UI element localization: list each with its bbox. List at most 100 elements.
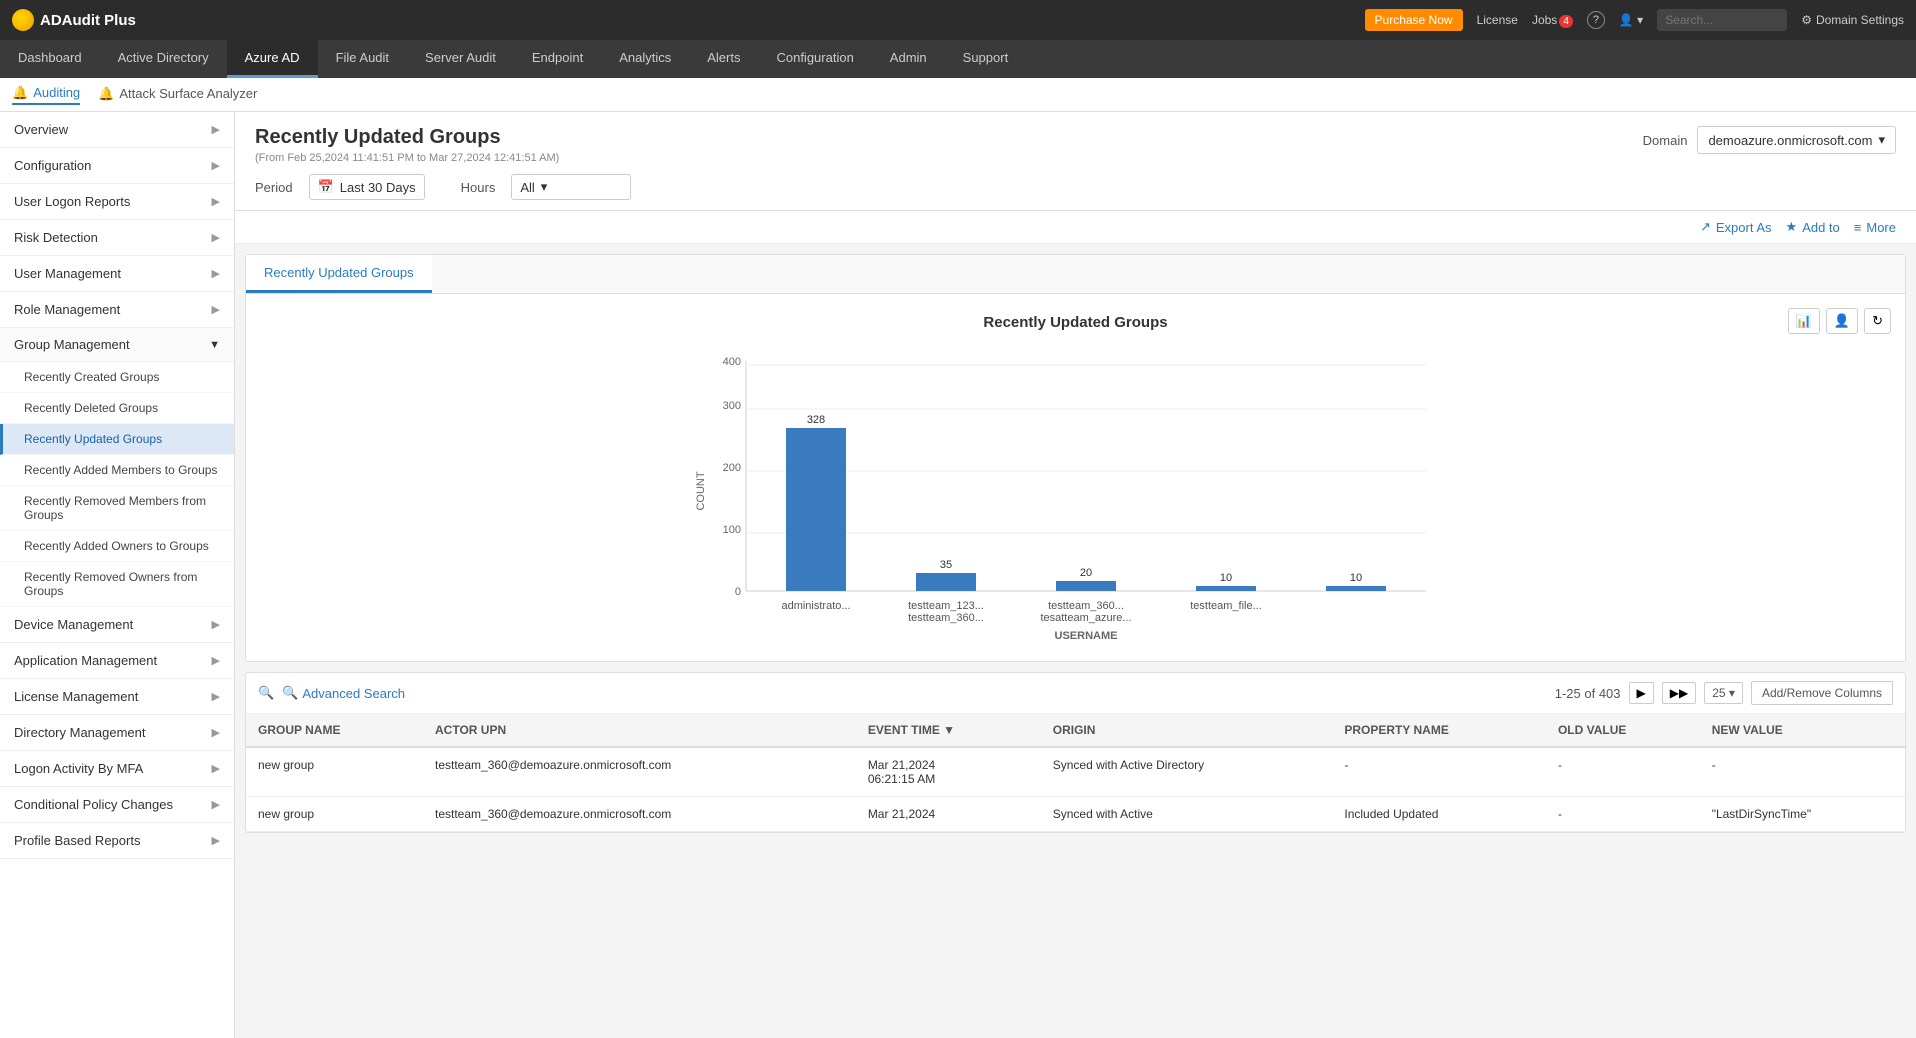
more-button[interactable]: ≡ More [1854,220,1896,235]
sidebar-item-risk-detection[interactable]: Risk Detection ▶ [0,220,234,256]
cell-origin: Synced with Active Directory [1041,747,1333,797]
tab-server-audit[interactable]: Server Audit [407,40,514,78]
svg-text:20: 20 [1079,567,1091,579]
cell-property-name: Included Updated [1332,797,1546,832]
sidebar-item-logon-mfa[interactable]: Logon Activity By MFA ▶ [0,751,234,787]
tab-active-directory[interactable]: Active Directory [100,40,227,78]
sidebar-sub-recently-created[interactable]: Recently Created Groups [0,362,234,393]
advanced-search-button[interactable]: 🔍 Advanced Search [282,685,405,701]
sidebar-item-directory-management[interactable]: Directory Management ▶ [0,715,234,751]
jobs-button[interactable]: Jobs4 [1532,13,1573,27]
sidebar-item-user-logon[interactable]: User Logon Reports ▶ [0,184,234,220]
tab-alerts[interactable]: Alerts [689,40,758,78]
hours-selector[interactable]: All ▾ [511,174,631,200]
chevron-right-icon: ▶ [212,762,220,775]
sidebar-sub-label: Recently Removed Owners from Groups [24,570,197,598]
sidebar-sub-label: Recently Deleted Groups [24,401,158,415]
user-avatar[interactable]: 👤 ▾ [1619,13,1643,27]
chart-tab-recently-updated[interactable]: Recently Updated Groups [246,255,432,293]
sidebar-item-user-management[interactable]: User Management ▶ [0,256,234,292]
bar-3[interactable] [1056,581,1116,591]
pagination-next-button[interactable]: ▶▶ [1662,682,1696,704]
logo-icon [12,9,34,31]
bar-1[interactable] [786,428,846,591]
table-row: new group testteam_360@demoazure.onmicro… [246,797,1905,832]
domain-settings-button[interactable]: ⚙ Domain Settings [1801,13,1904,27]
sidebar-label-risk-detection: Risk Detection [14,230,98,245]
col-event-time[interactable]: EVENT TIME ▼ [856,714,1041,747]
svg-text:testteam_file...: testteam_file... [1190,600,1262,612]
sidebar-item-conditional-policy[interactable]: Conditional Policy Changes ▶ [0,787,234,823]
sidebar: Overview ▶ Configuration ▶ User Logon Re… [0,112,235,1038]
per-page-selector[interactable]: 25 ▾ [1704,682,1743,704]
cell-event-time: Mar 21,2024 [856,797,1041,832]
data-table: GROUP NAME ACTOR UPN EVENT TIME ▼ ORIGIN… [246,714,1905,832]
chevron-right-icon: ▶ [212,618,220,631]
sidebar-sub-recently-added-owners[interactable]: Recently Added Owners to Groups [0,531,234,562]
period-selector[interactable]: 📅 Last 30 Days [309,174,425,200]
purchase-now-button[interactable]: Purchase Now [1365,9,1463,31]
bar-5[interactable] [1326,586,1386,591]
tab-file-audit[interactable]: File Audit [318,40,407,78]
sidebar-item-configuration[interactable]: Configuration ▶ [0,148,234,184]
top-bar: ADAudit Plus Purchase Now License Jobs4 … [0,0,1916,40]
domain-dropdown[interactable]: demoazure.onmicrosoft.com ▾ [1697,126,1896,154]
add-to-button[interactable]: ★ Add to [1786,219,1840,235]
tab-admin[interactable]: Admin [872,40,945,78]
sidebar-label-device-management: Device Management [14,617,133,632]
col-group-name[interactable]: GROUP NAME [246,714,423,747]
sidebar-item-device-management[interactable]: Device Management ▶ [0,607,234,643]
sidebar-sub-recently-deleted[interactable]: Recently Deleted Groups [0,393,234,424]
tab-dashboard[interactable]: Dashboard [0,40,100,78]
bar-4[interactable] [1196,586,1256,591]
sub-nav-attack-surface[interactable]: 🔔 Attack Surface Analyzer [98,86,257,104]
export-as-button[interactable]: ↗ Export As [1700,219,1772,235]
sidebar-sub-recently-removed-owners[interactable]: Recently Removed Owners from Groups [0,562,234,607]
add-remove-columns-button[interactable]: Add/Remove Columns [1751,681,1893,705]
tab-endpoint[interactable]: Endpoint [514,40,601,78]
help-icon[interactable]: ? [1587,11,1605,29]
license-link[interactable]: License [1477,13,1518,27]
col-actor-upn[interactable]: ACTOR UPN [423,714,856,747]
svg-text:200: 200 [722,462,740,474]
chart-bar-icon[interactable]: 📊 [1788,308,1820,334]
sidebar-label-conditional-policy: Conditional Policy Changes [14,797,173,812]
chart-toolbar: 📊 👤 ↻ [1788,308,1891,334]
page-title: Recently Updated Groups [255,126,559,149]
cell-old-value: - [1546,797,1700,832]
sidebar-label-overview: Overview [14,122,68,137]
sidebar-sub-recently-removed-members[interactable]: Recently Removed Members from Groups [0,486,234,531]
sidebar-item-license-management[interactable]: License Management ▶ [0,679,234,715]
sidebar-item-overview[interactable]: Overview ▶ [0,112,234,148]
tab-azure-ad[interactable]: Azure AD [227,40,318,78]
sidebar-item-group-management[interactable]: Group Management ▼ [0,328,234,362]
tab-configuration[interactable]: Configuration [758,40,871,78]
add-to-label: Add to [1802,220,1840,235]
chart-refresh-icon[interactable]: ↻ [1864,308,1891,334]
sidebar-item-role-management[interactable]: Role Management ▶ [0,292,234,328]
tab-analytics[interactable]: Analytics [601,40,689,78]
tab-support[interactable]: Support [945,40,1027,78]
export-row: ↗ Export As ★ Add to ≡ More [235,211,1916,244]
period-value: Last 30 Days [340,180,416,195]
sidebar-item-application-management[interactable]: Application Management ▶ [0,643,234,679]
svg-text:testteam_360...: testteam_360... [908,612,984,624]
domain-settings-label: Domain Settings [1816,13,1904,27]
chevron-down-icon: ▼ [209,339,220,351]
sidebar-item-profile-based[interactable]: Profile Based Reports ▶ [0,823,234,859]
sidebar-label-application-management: Application Management [14,653,157,668]
sidebar-label-role-management: Role Management [14,302,120,317]
bar-2[interactable] [916,573,976,591]
sub-nav-auditing[interactable]: 🔔 Auditing [12,85,80,105]
bar-chart: COUNT 0 100 200 300 400 328 [686,341,1466,641]
sidebar-sub-recently-updated[interactable]: Recently Updated Groups [0,424,234,455]
chevron-right-icon: ▶ [212,834,220,847]
chart-user-icon[interactable]: 👤 [1826,308,1858,334]
sidebar-sub-recently-added-members[interactable]: Recently Added Members to Groups [0,455,234,486]
cell-old-value: - [1546,747,1700,797]
auditing-label: Auditing [33,85,80,100]
chart-tabs: Recently Updated Groups [246,255,1905,294]
pagination-prev-button[interactable]: ▶ [1629,682,1654,704]
sidebar-label-logon-mfa: Logon Activity By MFA [14,761,143,776]
search-input[interactable] [1657,9,1787,31]
